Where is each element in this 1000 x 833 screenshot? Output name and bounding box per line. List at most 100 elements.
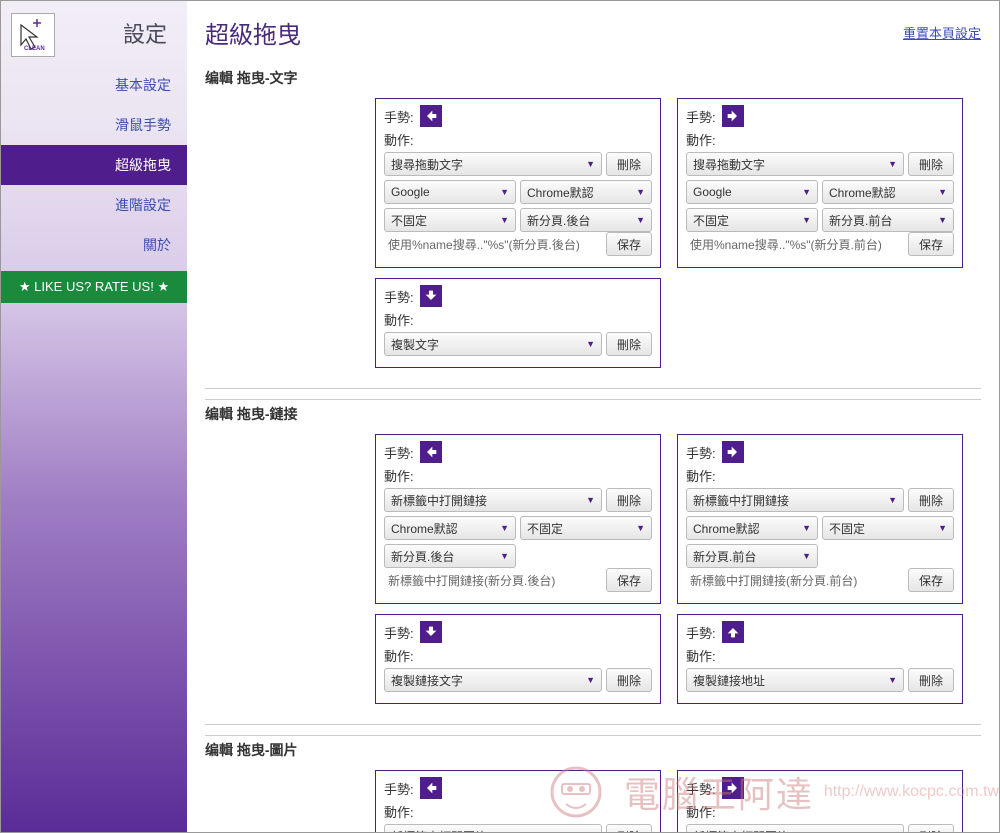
nav-item-3[interactable]: 進階設定 <box>1 185 187 225</box>
sidebar-title: 設定 <box>123 17 167 49</box>
logo-row: CLEAN 設定 <box>1 1 187 65</box>
delete-button[interactable]: 刪除 <box>908 152 954 176</box>
arrow-left-icon <box>420 441 442 463</box>
app-logo: CLEAN <box>11 13 55 57</box>
gesture-card: 手勢:動作:搜尋拖動文字▼刪除Google▼Chrome默認▼不固定▼新分頁.後… <box>375 98 661 268</box>
gesture-label: 手勢: <box>384 107 416 126</box>
description-text: 使用%name搜尋.."%s"(新分頁.後台) <box>384 234 602 255</box>
save-button[interactable]: 保存 <box>606 568 652 592</box>
description-text: 新標籤中打開鏈接(新分頁.前台) <box>686 570 904 591</box>
delete-button[interactable]: 刪除 <box>606 668 652 692</box>
select-dropdown[interactable]: 搜尋拖動文字▼ <box>686 152 904 176</box>
section-title: 编輯 拖曳-圖片 <box>205 735 981 770</box>
gesture-label: 手勢: <box>384 287 416 306</box>
gesture-label: 手勢: <box>384 623 416 642</box>
action-label: 動作: <box>384 802 416 821</box>
card-row: 手勢:動作:複製鏈接文字▼刪除手勢:動作:複製鏈接地址▼刪除 <box>375 614 981 704</box>
svg-text:CLEAN: CLEAN <box>24 46 45 52</box>
gesture-label: 手勢: <box>686 107 718 126</box>
select-dropdown[interactable]: 複製鏈接地址▼ <box>686 668 904 692</box>
select-dropdown[interactable]: 新分頁.後台▼ <box>384 544 516 568</box>
action-label: 動作: <box>686 130 718 149</box>
select-dropdown[interactable]: 搜尋拖動文字▼ <box>384 152 602 176</box>
select-dropdown[interactable]: 複製鏈接文字▼ <box>384 668 602 692</box>
arrow-right-icon <box>722 105 744 127</box>
save-button[interactable]: 保存 <box>908 568 954 592</box>
nav: 基本設定滑鼠手勢超級拖曳進階設定關於 <box>1 65 187 265</box>
select-dropdown[interactable]: 新分頁.後台▼ <box>520 208 652 232</box>
arrow-down-icon <box>420 285 442 307</box>
select-dropdown[interactable]: 新分頁.前台▼ <box>822 208 954 232</box>
select-dropdown[interactable]: 新標籤中打開鏈接▼ <box>384 488 602 512</box>
gesture-label: 手勢: <box>686 779 718 798</box>
nav-item-2[interactable]: 超級拖曳 <box>1 145 187 185</box>
divider <box>205 388 981 389</box>
card-row: 手勢:動作:搜尋拖動文字▼刪除Google▼Chrome默認▼不固定▼新分頁.後… <box>375 98 981 268</box>
gesture-label: 手勢: <box>384 443 416 462</box>
action-label: 動作: <box>384 310 416 329</box>
gesture-card: 手勢: 動作: 新標籤中打開圖片▼ 刪除 <box>677 770 963 832</box>
save-button[interactable]: 保存 <box>908 232 954 256</box>
select-dropdown[interactable]: Google▼ <box>686 180 818 204</box>
gesture-card: 手勢:動作:新標籤中打開鏈接▼刪除Chrome默認▼不固定▼新分頁.前台▼新標籤… <box>677 434 963 604</box>
section-0: 编輯 拖曳-文字手勢:動作:搜尋拖動文字▼刪除Google▼Chrome默認▼不… <box>205 64 981 368</box>
delete-button[interactable]: 刪除 <box>908 668 954 692</box>
delete-button[interactable]: 刪除 <box>606 152 652 176</box>
description-text: 新標籤中打開鏈接(新分頁.後台) <box>384 570 602 591</box>
select-dropdown[interactable]: 新標籤中打開鏈接▼ <box>686 488 904 512</box>
reset-link[interactable]: 重置本頁設定 <box>903 23 981 42</box>
section-2: 编輯 拖曳-圖片手勢: 動作: 新標籤中打開圖片▼ 刪除 手勢: 動作: 新標籤中打開圖片▼… <box>205 735 981 832</box>
rate-us-banner[interactable]: ★ LIKE US? RATE US! ★ <box>1 271 187 303</box>
gesture-card: 手勢: 動作: 複製文字▼刪除 <box>375 278 661 368</box>
action-label: 動作: <box>686 466 718 485</box>
section-1: 编輯 拖曳-鏈接手勢:動作:新標籤中打開鏈接▼刪除Chrome默認▼不固定▼新分… <box>205 399 981 704</box>
select-dropdown[interactable]: 新標籤中打開圖片▼ <box>384 824 602 832</box>
action-label: 動作: <box>384 646 416 665</box>
arrow-left-icon <box>420 105 442 127</box>
select-dropdown[interactable]: 不固定▼ <box>686 208 818 232</box>
card-row: 手勢: 動作: 新標籤中打開圖片▼ 刪除 手勢: 動作: 新標籤中打開圖片▼ 刪除 <box>375 770 981 832</box>
gesture-label: 手勢: <box>384 779 416 798</box>
delete-button[interactable]: 刪除 <box>908 488 954 512</box>
main-content: 超級拖曳 重置本頁設定 编輯 拖曳-文字手勢:動作:搜尋拖動文字▼刪除Googl… <box>187 1 999 832</box>
save-button[interactable]: 保存 <box>606 232 652 256</box>
delete-button[interactable]: 刪除 <box>606 488 652 512</box>
description-text: 使用%name搜尋.."%s"(新分頁.前台) <box>686 234 904 255</box>
action-label: 動作: <box>384 466 416 485</box>
action-label: 動作: <box>686 646 718 665</box>
gesture-label: 手勢: <box>686 623 718 642</box>
select-dropdown[interactable]: 不固定▼ <box>520 516 652 540</box>
select-dropdown[interactable]: Google▼ <box>384 180 516 204</box>
arrow-left-icon <box>420 777 442 799</box>
action-label: 動作: <box>686 802 718 821</box>
select-dropdown[interactable]: 新分頁.前台▼ <box>686 544 818 568</box>
card-row: 手勢:動作:新標籤中打開鏈接▼刪除Chrome默認▼不固定▼新分頁.後台▼新標籤… <box>375 434 981 604</box>
gesture-card: 手勢: 動作: 複製鏈接地址▼刪除 <box>677 614 963 704</box>
nav-item-4[interactable]: 關於 <box>1 225 187 265</box>
select-dropdown[interactable]: Chrome默認▼ <box>686 516 818 540</box>
select-dropdown[interactable]: 新標籤中打開圖片▼ <box>686 824 904 832</box>
card-row: 手勢: 動作: 複製文字▼刪除 <box>375 278 981 368</box>
select-dropdown[interactable]: 不固定▼ <box>822 516 954 540</box>
page-header: 超級拖曳 重置本頁設定 <box>205 11 981 64</box>
nav-item-0[interactable]: 基本設定 <box>1 65 187 105</box>
select-dropdown[interactable]: Chrome默認▼ <box>520 180 652 204</box>
gesture-card: 手勢: 動作: 搜尋拖動文字▼刪除 Google▼Chrome默認▼不固定▼新分頁.前… <box>677 98 963 268</box>
section-title: 编輯 拖曳-鏈接 <box>205 399 981 434</box>
delete-button[interactable]: 刪除 <box>606 824 652 832</box>
select-dropdown[interactable]: 複製文字▼ <box>384 332 602 356</box>
delete-button[interactable]: 刪除 <box>606 332 652 356</box>
nav-item-1[interactable]: 滑鼠手勢 <box>1 105 187 145</box>
gesture-card: 手勢: 動作: 複製鏈接文字▼刪除 <box>375 614 661 704</box>
arrow-right-icon <box>722 441 744 463</box>
arrow-right-icon <box>722 777 744 799</box>
select-dropdown[interactable]: Chrome默認▼ <box>822 180 954 204</box>
arrow-down-icon <box>420 621 442 643</box>
delete-button[interactable]: 刪除 <box>908 824 954 832</box>
page-title: 超級拖曳 <box>205 15 301 50</box>
select-dropdown[interactable]: Chrome默認▼ <box>384 516 516 540</box>
sidebar: CLEAN 設定 基本設定滑鼠手勢超級拖曳進階設定關於 ★ LIKE US? R… <box>1 1 187 832</box>
select-dropdown[interactable]: 不固定▼ <box>384 208 516 232</box>
gesture-card: 手勢: 動作: 新標籤中打開圖片▼ 刪除 <box>375 770 661 832</box>
arrow-up-icon <box>722 621 744 643</box>
